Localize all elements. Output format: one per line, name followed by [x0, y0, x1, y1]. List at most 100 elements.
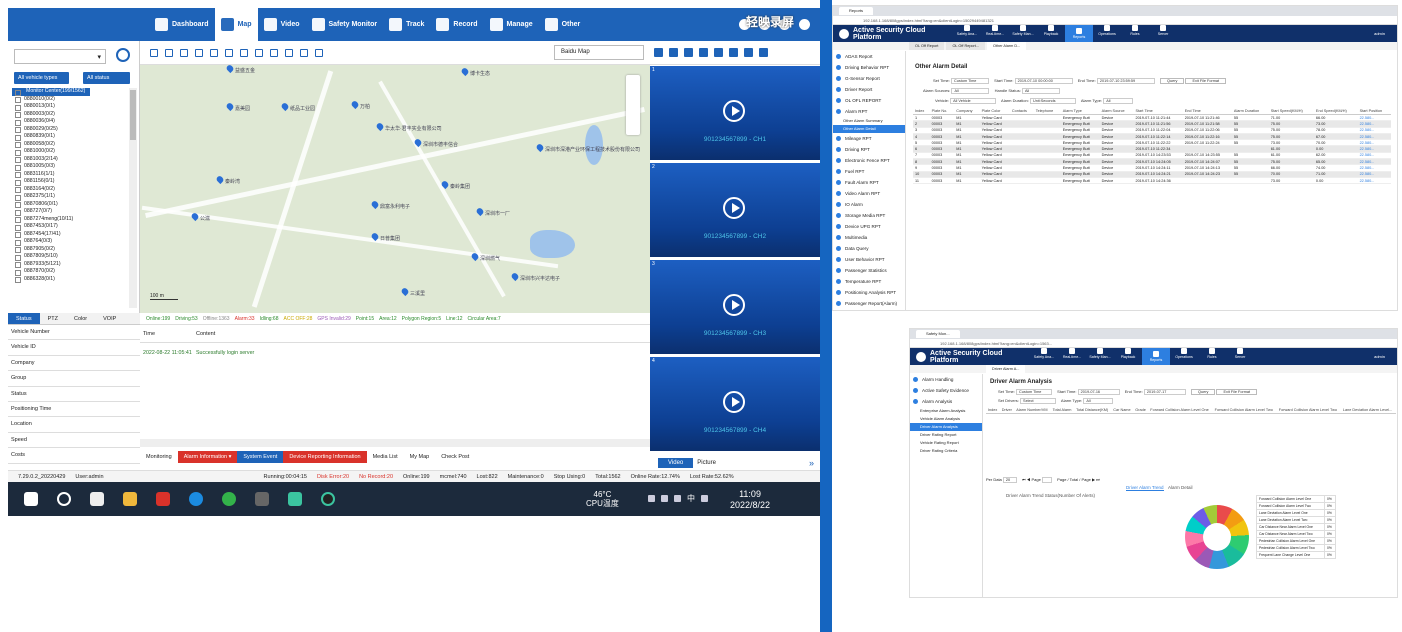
map-pin-icon[interactable] — [280, 101, 290, 112]
sidebar-item[interactable]: Video Alarm RPT — [833, 188, 905, 199]
alarm-duration-input[interactable]: Unit:Seconds — [1029, 98, 1076, 104]
status-count[interactable]: Idling:68 — [260, 316, 279, 322]
sidebar-item[interactable]: Data Query — [833, 243, 905, 254]
line-icon[interactable] — [255, 48, 263, 57]
menu-item[interactable]: Server — [1149, 25, 1177, 42]
sidebar-item[interactable]: Alarm Handling — [910, 374, 982, 385]
circle-icon[interactable] — [210, 48, 218, 57]
keyboard-icon[interactable] — [701, 495, 708, 502]
address-bar[interactable]: 192.168.1.168/808gps/index.html?lang=en&… — [833, 16, 1397, 25]
sidebar-item[interactable]: Electronic Fence RPT — [833, 155, 905, 166]
play-icon[interactable] — [723, 294, 745, 316]
start-time-input[interactable]: 2019-07-16 — [1077, 389, 1120, 395]
menu-item[interactable]: Rules — [1121, 25, 1149, 42]
tree-item[interactable]: 0883116(1/1) — [12, 171, 132, 179]
user-name[interactable]: admin — [1374, 31, 1385, 36]
status-count[interactable]: ACC OFF:28 — [284, 316, 313, 322]
sidebar-item[interactable]: Driver Rating Criteria — [910, 447, 982, 455]
video-cell[interactable]: 4 901234567899 - CH4 — [650, 357, 820, 451]
tree-item[interactable]: 0881003(2/14) — [12, 156, 132, 164]
layout-9-icon[interactable] — [684, 48, 693, 57]
column-header[interactable]: Driver — [999, 407, 1015, 414]
tree-scrollbar[interactable] — [129, 88, 137, 308]
map-pin-icon[interactable] — [350, 99, 360, 110]
sidebar-item[interactable]: Positioning Analysis RPT — [833, 287, 905, 298]
notes-icon[interactable] — [288, 492, 302, 506]
tree-item[interactable]: 088764(0/3) — [12, 238, 132, 246]
tree-item[interactable]: 0887274meng(10/11) — [12, 216, 132, 224]
export-button[interactable]: Exit File Format — [1185, 78, 1227, 85]
export-button[interactable]: Exit File Format — [1216, 389, 1258, 396]
nav-safety-monitor[interactable]: Safety Monitor — [306, 8, 384, 41]
bottom-tab[interactable]: Device Reporting Information — [283, 450, 367, 463]
taskbar-clock[interactable]: 11:09 2022/8/22 — [730, 489, 770, 511]
tab-voip[interactable]: VOIP — [95, 313, 124, 324]
bottom-tab[interactable]: Monitoring — [140, 451, 178, 463]
tree-item[interactable]: 0887905(0/2) — [12, 246, 132, 254]
nav-track[interactable]: Track — [383, 8, 430, 41]
camera-icon[interactable] — [714, 48, 723, 57]
prev-page-icon[interactable]: ◀ — [1027, 477, 1031, 482]
bottom-tab[interactable]: Media List — [367, 451, 404, 463]
tab-driver-alarm-trend[interactable]: Driver Alarm Trend — [1126, 485, 1164, 491]
menu-item[interactable]: Safety Man... — [1086, 348, 1114, 365]
status-count[interactable]: Online:199 — [146, 316, 170, 322]
sidebar-item[interactable]: Alarm Analysis — [910, 396, 982, 407]
sidebar-item[interactable]: Alarm RPT — [833, 106, 905, 117]
last-page-icon[interactable]: ⏭ — [1096, 477, 1100, 482]
status-count[interactable]: Polygon Region:5 — [402, 316, 441, 322]
log-scrollbar[interactable] — [140, 439, 650, 447]
zoom-in-icon[interactable] — [150, 48, 158, 57]
tree-item[interactable]: 0887809(5/10) — [12, 253, 132, 261]
vehicle-select[interactable]: All Vehicle — [950, 98, 997, 104]
handle-status-select[interactable]: All — [1021, 88, 1060, 94]
map-pin-icon[interactable] — [215, 174, 225, 185]
sidebar-item[interactable]: OL OFL REPORT — [833, 95, 905, 106]
map-view[interactable]: 益盛五金 博卡生态 纸品工业园 万柏 嘉美园 华太华·君丰实业有限公司 深圳市德丰信合 深圳市… — [140, 65, 650, 313]
sidebar-item[interactable]: Driver Rating Report — [910, 431, 982, 439]
sub-tab[interactable]: Other Alarm D... — [987, 42, 1027, 50]
table-row[interactable]: 11 00003 M1 Yellow Card Emergency Butt Device… — [913, 177, 1391, 185]
ime-indicator[interactable]: 中 — [687, 495, 695, 504]
first-page-icon[interactable]: ⏮ — [1022, 477, 1026, 482]
set-drivers-select[interactable]: Select — [1020, 398, 1057, 404]
menu-item[interactable]: Safety Man... — [1009, 25, 1037, 42]
bottom-tab[interactable]: System Event — [237, 450, 284, 463]
table-cell[interactable]: 22.580... — [1357, 177, 1391, 185]
tree-item[interactable]: 0880029(0/25) — [12, 126, 132, 134]
sidebar-item[interactable]: Storage Media RPT — [833, 210, 905, 221]
status-count[interactable]: Alarm:33 — [235, 316, 255, 322]
vehicle-status-select[interactable]: All status — [83, 72, 130, 84]
status-count[interactable]: Point:15 — [356, 316, 374, 322]
sidebar-item[interactable]: Passenger Statistics — [833, 265, 905, 276]
tree-item[interactable]: 0880839(0/1) — [12, 133, 132, 141]
sub-tab[interactable]: Driver Alarm A... — [986, 365, 1026, 373]
nav-map[interactable]: Map — [214, 8, 258, 41]
tree-item[interactable]: 0887870(0/2) — [12, 268, 132, 276]
menu-item[interactable]: Playback — [1114, 348, 1142, 365]
fullscreen-icon[interactable] — [300, 48, 308, 57]
sidebar-item[interactable]: IO Alarm — [833, 199, 905, 210]
tree-item[interactable]: 0881005(0/3) — [12, 163, 132, 171]
tab-ptz[interactable]: PTZ — [40, 313, 66, 324]
sidebar-item[interactable]: Other Alarm Summary — [833, 117, 905, 125]
column-header[interactable]: Alarm Number/VM — [1014, 407, 1051, 414]
tree-item[interactable]: 0880003(0/2) — [12, 111, 132, 119]
menu-icon[interactable] — [759, 48, 768, 57]
query-button[interactable]: Query — [1191, 389, 1216, 396]
sidebar-item[interactable]: Driving Behavior RPT — [833, 62, 905, 73]
sidebar-item[interactable]: Driving RPT — [833, 144, 905, 155]
column-header[interactable]: Total Alarm — [1050, 407, 1075, 414]
sidebar-item[interactable]: Other Alarm Detail — [833, 125, 905, 133]
map-type-select[interactable]: Baidu Map — [554, 45, 644, 60]
edge-icon[interactable] — [189, 492, 203, 506]
list-icon[interactable] — [315, 48, 323, 57]
menu-item[interactable]: Playback — [1037, 25, 1065, 42]
tab-color[interactable]: Color — [66, 313, 95, 324]
tree-root[interactable]: Monitor Center(199/1562) — [12, 88, 90, 96]
menu-item[interactable]: Rules — [1198, 348, 1226, 365]
status-count[interactable]: Circular Area:7 — [468, 316, 501, 322]
browser-tab[interactable]: Reports — [839, 7, 874, 15]
sidebar-item[interactable]: User Behavior RPT — [833, 254, 905, 265]
menu-item[interactable]: Safety Ana... — [953, 25, 981, 42]
